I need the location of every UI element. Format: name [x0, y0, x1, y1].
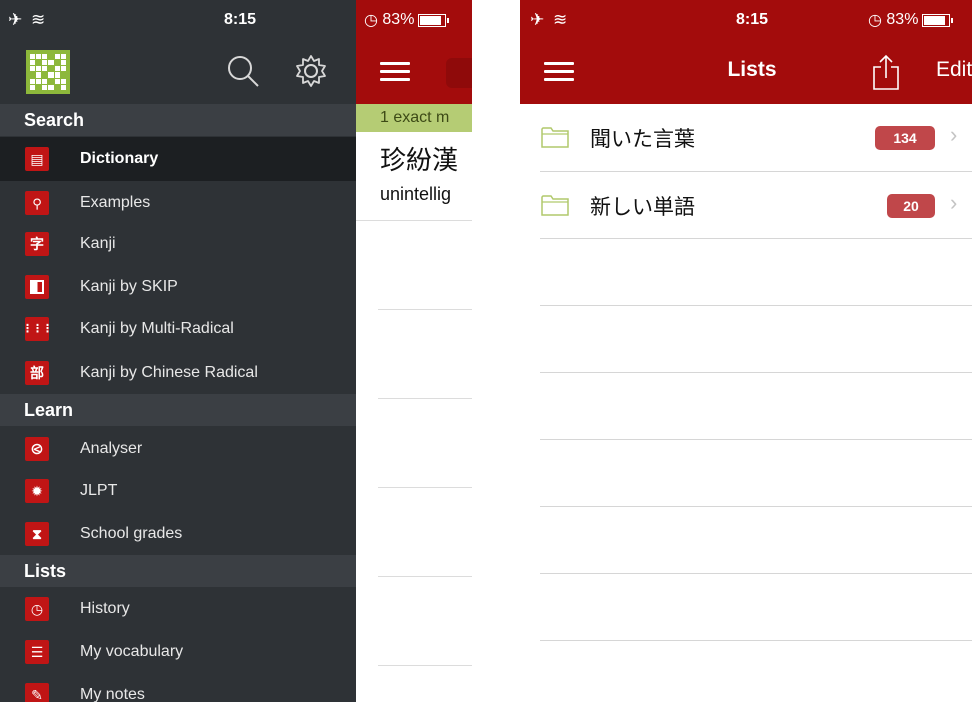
battery-icon: [922, 13, 954, 27]
list-name: 聞いた言葉: [590, 128, 695, 151]
menu-icon[interactable]: [380, 62, 410, 82]
row-divider: [540, 439, 972, 440]
menu-item-analyser[interactable]: ⧀ Analyser: [0, 427, 356, 471]
battery-percent: 83%: [382, 11, 415, 28]
list-row[interactable]: 新しい単語 20 ›: [520, 172, 972, 239]
menu-item-dictionary[interactable]: ▤ Dictionary: [0, 137, 356, 181]
row-divider: [540, 573, 972, 574]
count-badge: 134: [875, 126, 935, 150]
menu-item-kanji[interactable]: 字 Kanji: [0, 222, 356, 266]
menu-item-label: JLPT: [80, 482, 118, 499]
menu-item-examples[interactable]: ⚲ Examples: [0, 181, 356, 225]
chevron-right-icon: ›: [950, 190, 958, 215]
badge-icon: ✹: [25, 479, 49, 503]
menu-item-label: My vocabulary: [80, 643, 184, 660]
chinese-radical-icon: 部: [25, 361, 49, 385]
menu-item-kanji-by-chinese-radical[interactable]: 部 Kanji by Chinese Radical: [0, 351, 356, 395]
navigation-bar: ✈ ︎≋ 8:15 ◷ 83% Lists Edit: [520, 0, 972, 104]
menu-item-kanji-by-skip[interactable]: Kanji by SKIP: [0, 265, 356, 309]
menu-item-label: Dictionary: [80, 150, 159, 167]
battery-percent: 83%: [886, 11, 919, 28]
menu-item-label: Examples: [80, 194, 151, 211]
battery-icon: [418, 13, 450, 27]
menu-item-label: Kanji by SKIP: [80, 278, 178, 295]
menu-item-label: Kanji by Chinese Radical: [80, 364, 258, 381]
side-drawer: ✈ ︎≋ 8:15 Search ▤ Dictionary ⚲ Examples…: [0, 0, 356, 702]
alarm-icon: ◷: [868, 12, 887, 29]
status-time: 8:15: [736, 11, 769, 28]
list-icon: ☰: [25, 640, 49, 664]
menu-item-label: Kanji by Multi-Radical: [80, 320, 234, 337]
row-divider: [540, 506, 972, 507]
search-field-edge[interactable]: [446, 58, 472, 88]
row-divider: [378, 576, 472, 577]
menu-item-label: Analyser: [80, 440, 143, 457]
row-divider: [540, 372, 972, 373]
section-lists: Lists: [0, 555, 356, 587]
menu-item-label: Kanji: [80, 235, 116, 252]
list-row[interactable]: 聞いた言葉 134 ›: [520, 104, 972, 171]
menu-item-history[interactable]: ◷ History: [0, 587, 356, 631]
share-icon[interactable]: [872, 54, 900, 90]
page-title: Lists: [727, 58, 777, 81]
airplane-wifi-status: ✈ ︎≋: [530, 10, 570, 29]
count-badge: 20: [887, 194, 935, 218]
menu-item-jlpt[interactable]: ✹ JLPT: [0, 469, 356, 513]
search-icon[interactable]: [226, 54, 260, 88]
row-divider: [540, 640, 972, 641]
menu-item-kanji-by-multi-radical[interactable]: ⋮⋮⋮ Kanji by Multi-Radical: [0, 307, 356, 351]
result-headword[interactable]: 珍紛漢: [380, 140, 458, 177]
status-time: 8:15: [224, 11, 257, 28]
menu-item-my-notes[interactable]: ✎ My notes: [0, 673, 356, 702]
row-divider: [356, 220, 472, 221]
menu-item-school-grades[interactable]: ⧗ School grades: [0, 512, 356, 556]
row-divider: [378, 398, 472, 399]
dictionary-content-peek[interactable]: ◷ 83% 1 exact m 珍紛漢 unintellig: [356, 0, 472, 702]
row-divider: [540, 305, 972, 306]
speech-bubbles-icon: ⚲: [25, 191, 49, 215]
menu-item-label: My notes: [80, 686, 145, 702]
battery-status: ◷ 83%: [868, 0, 954, 40]
gear-icon[interactable]: [294, 54, 328, 88]
airplane-wifi-status: ✈ ︎≋: [8, 10, 48, 29]
list-name: 新しい単語: [590, 196, 695, 219]
drawer-header: [0, 40, 356, 104]
folder-icon: [541, 127, 569, 148]
row-divider: [378, 309, 472, 310]
menu-item-my-vocabulary[interactable]: ☰ My vocabulary: [0, 630, 356, 674]
skip-icon: [25, 275, 49, 299]
folder-icon: [541, 195, 569, 216]
microscope-icon: ⧀: [25, 437, 49, 461]
row-divider: [378, 487, 472, 488]
left-phone-screen: ✈ ︎≋ 8:15 Search ▤ Dictionary ⚲ Examples…: [0, 0, 472, 702]
kanji-icon: 字: [25, 232, 49, 256]
multi-radical-icon: ⋮⋮⋮: [22, 317, 53, 341]
dictionary-icon: ▤: [25, 147, 49, 171]
right-phone-screen: ✈ ︎≋ 8:15 ◷ 83% Lists Edit 聞いた言葉 134 › 新…: [520, 0, 972, 702]
row-divider: [540, 238, 972, 239]
alarm-icon: ◷: [364, 12, 383, 29]
hourglass-icon: ⧗: [25, 522, 49, 546]
menu-item-label: School grades: [80, 525, 183, 542]
section-search: Search: [0, 104, 356, 136]
clock-icon: ◷: [25, 597, 49, 621]
section-learn: Learn: [0, 394, 356, 426]
peek-status: ◷ 83%: [364, 0, 450, 40]
edit-button[interactable]: Edit: [936, 58, 972, 82]
result-gloss[interactable]: unintellig: [380, 184, 451, 205]
chevron-right-icon: ›: [950, 122, 958, 147]
menu-item-label: History: [80, 600, 130, 617]
row-divider: [378, 665, 472, 666]
pencil-icon: ✎: [25, 683, 49, 702]
qr-code-icon[interactable]: [26, 50, 70, 94]
match-count-bar: 1 exact m: [356, 104, 472, 132]
